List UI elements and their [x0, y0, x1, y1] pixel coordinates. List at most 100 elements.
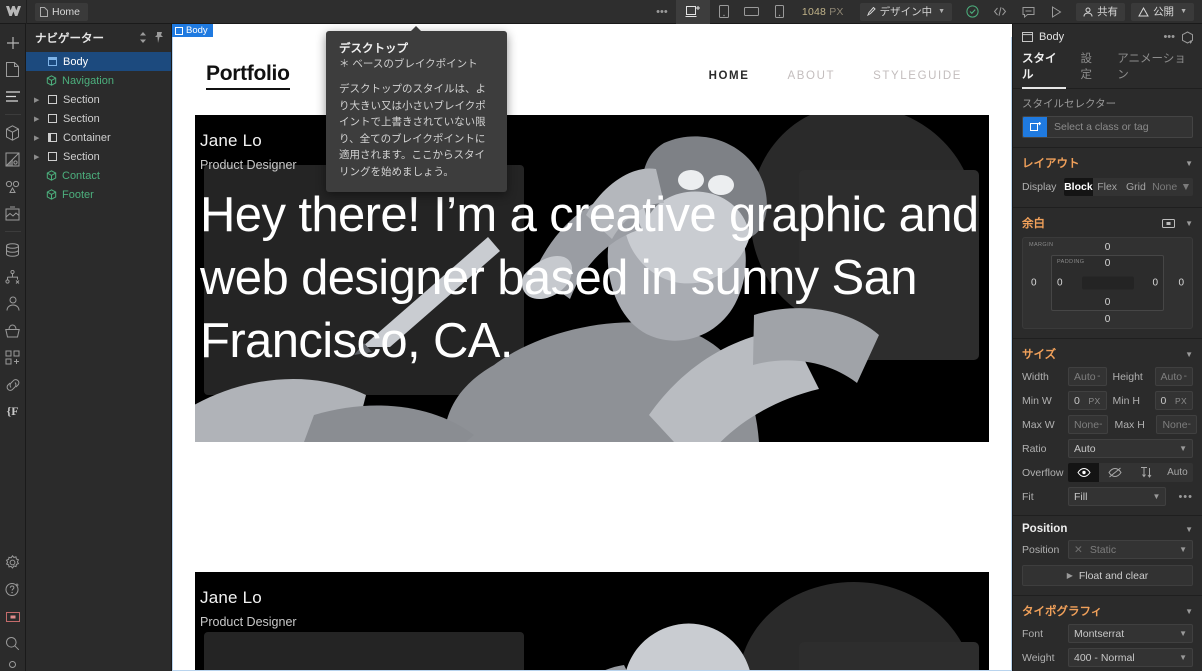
selected-element-badge[interactable]: Body: [172, 24, 213, 37]
nav-item-contact[interactable]: Contact: [26, 166, 171, 185]
chevron-down-icon[interactable]: ▼: [1185, 219, 1193, 228]
hero-section[interactable]: Jane Lo Product Designer Hey there! I’m …: [195, 115, 989, 442]
font-select[interactable]: Montserrat ▼: [1068, 624, 1193, 643]
width-stepper[interactable]: -: [1097, 371, 1100, 382]
users-icon[interactable]: [0, 290, 26, 317]
expand-arrow-icon[interactable]: ▶: [34, 96, 42, 104]
margin-bottom-value[interactable]: 0: [1105, 314, 1111, 325]
overflow-visible-eye-icon[interactable]: [1068, 463, 1100, 482]
padding-right-value[interactable]: 0: [1152, 278, 1158, 289]
ellipsis-icon[interactable]: •••: [1163, 31, 1175, 43]
min-height-unit[interactable]: PX: [1175, 396, 1187, 406]
canvas-viewport[interactable]: Portfolio HOME ABOUT STYLEGUIDE Jane Lo …: [172, 37, 1012, 671]
settings-gear-icon[interactable]: [0, 549, 26, 576]
width-input[interactable]: Auto -: [1068, 367, 1107, 386]
ratio-select[interactable]: Auto ▼: [1068, 439, 1193, 458]
apps-icon[interactable]: [0, 344, 26, 371]
margin-left-value[interactable]: 0: [1031, 278, 1037, 289]
padding-box[interactable]: PADDING 0 0 0 0: [1051, 255, 1164, 311]
margin-right-value[interactable]: 0: [1178, 278, 1184, 289]
breakpoint-more-icon[interactable]: •••: [648, 0, 676, 24]
max-width-input[interactable]: None -: [1068, 415, 1109, 434]
search-icon[interactable]: [0, 630, 26, 657]
code-icon[interactable]: [986, 0, 1014, 24]
display-option-flex[interactable]: Flex: [1093, 178, 1122, 196]
tab-style[interactable]: スタイル: [1022, 50, 1066, 89]
nav-link-home[interactable]: HOME: [709, 70, 750, 82]
expand-arrow-icon[interactable]: ▶: [34, 153, 42, 161]
display-option-grid[interactable]: Grid: [1122, 178, 1151, 196]
comment-icon[interactable]: [1014, 0, 1042, 24]
padding-top-value[interactable]: 0: [1105, 258, 1111, 269]
component-add-icon[interactable]: [1181, 30, 1194, 44]
code-braces-icon[interactable]: {F: [0, 398, 26, 425]
chevron-down-icon[interactable]: ▼: [1185, 607, 1193, 616]
cms-database-icon[interactable]: [0, 236, 26, 263]
nav-item-section-1[interactable]: ▶ Section: [26, 90, 171, 109]
site-navigation[interactable]: Portfolio HOME ABOUT STYLEGUIDE: [173, 37, 1011, 115]
nav-link-about[interactable]: ABOUT: [788, 70, 836, 82]
video-record-icon[interactable]: [0, 603, 26, 630]
pin-icon[interactable]: [154, 32, 164, 43]
overflow-hidden-eye-icon[interactable]: [1099, 463, 1130, 482]
position-select[interactable]: ✕ Static ▼: [1068, 540, 1193, 559]
design-canvas[interactable]: Body Portfolio HOME ABOUT STYLEGUIDE Jan…: [172, 24, 1012, 671]
nav-link-styleguide[interactable]: STYLEGUIDE: [873, 70, 962, 82]
fit-select[interactable]: Fill ▼: [1068, 487, 1167, 506]
display-option-none[interactable]: None: [1150, 178, 1179, 196]
sort-icon[interactable]: [139, 32, 147, 43]
components-icon[interactable]: [0, 119, 26, 146]
height-input[interactable]: Auto -: [1154, 367, 1193, 386]
overflow-auto-option[interactable]: Auto: [1162, 463, 1193, 482]
spacing-section-header[interactable]: 余白 ▼: [1022, 215, 1193, 231]
assets-image-icon[interactable]: [0, 200, 26, 227]
expand-arrow-icon[interactable]: ▶: [34, 134, 42, 142]
more-rail-icon[interactable]: [0, 657, 26, 671]
size-section-header[interactable]: サイズ ▼: [1022, 346, 1193, 362]
integrations-link-icon[interactable]: [0, 371, 26, 398]
hero-section-secondary[interactable]: Jane Lo Product Designer: [195, 572, 989, 670]
position-section-header[interactable]: Position ▼: [1022, 523, 1193, 535]
height-stepper[interactable]: -: [1184, 371, 1187, 382]
nav-item-container[interactable]: ▶ Container: [26, 128, 171, 147]
layout-section-header[interactable]: レイアウト ▼: [1022, 155, 1193, 171]
chevron-down-icon[interactable]: ▼: [1185, 525, 1193, 534]
style-selector-icon[interactable]: [0, 146, 26, 173]
typography-section-header[interactable]: タイポグラフィ ▼: [1022, 603, 1193, 619]
spacing-mode-icon[interactable]: [1162, 218, 1176, 228]
min-height-input[interactable]: 0 PX: [1154, 391, 1193, 410]
tab-settings[interactable]: 設定: [1081, 50, 1103, 88]
breakpoint-mobile-landscape-icon[interactable]: [738, 0, 766, 24]
ecommerce-basket-icon[interactable]: [0, 317, 26, 344]
publish-button[interactable]: 公開 ▼: [1131, 2, 1194, 21]
max-height-stepper[interactable]: -: [1188, 419, 1191, 430]
nav-item-footer[interactable]: Footer: [26, 185, 171, 204]
chevron-down-icon[interactable]: ▼: [1185, 350, 1193, 359]
webflow-logo-icon[interactable]: [0, 0, 26, 24]
style-selector-input[interactable]: Select a class or tag: [1022, 116, 1193, 138]
padding-left-value[interactable]: 0: [1057, 278, 1063, 289]
breakpoint-desktop-icon[interactable]: [675, 0, 710, 24]
chevron-down-icon[interactable]: ▼: [1185, 159, 1193, 168]
clear-x-icon[interactable]: ✕: [1074, 544, 1083, 556]
add-icon[interactable]: [0, 29, 26, 56]
max-width-stepper[interactable]: -: [1099, 419, 1102, 430]
tab-animation[interactable]: アニメーション: [1117, 50, 1193, 88]
design-mode-button[interactable]: デザイン中 ▼: [859, 2, 953, 21]
max-height-input[interactable]: None -: [1156, 415, 1197, 434]
spacing-box-model[interactable]: MARGIN 0 0 0 0 PADDING 0 0 0 0: [1022, 237, 1193, 329]
nav-item-navigation[interactable]: Navigation: [26, 71, 171, 90]
weight-select[interactable]: 400 - Normal ▼: [1068, 648, 1193, 667]
chevron-down-icon[interactable]: ▼: [1179, 178, 1193, 196]
preview-play-icon[interactable]: [1042, 0, 1070, 24]
nav-item-section-2[interactable]: ▶ Section: [26, 109, 171, 128]
float-and-clear-toggle[interactable]: ▶ Float and clear: [1022, 565, 1193, 586]
breakpoint-tablet-icon[interactable]: [710, 0, 738, 24]
margin-top-value[interactable]: 0: [1105, 242, 1111, 253]
display-option-block[interactable]: Block: [1064, 178, 1093, 196]
fit-more-icon[interactable]: •••: [1178, 491, 1193, 503]
canvas-width-indicator[interactable]: 1048 PX: [802, 6, 844, 18]
share-button[interactable]: 共有: [1076, 2, 1126, 21]
min-width-unit[interactable]: PX: [1089, 396, 1101, 406]
expand-arrow-icon[interactable]: ▶: [34, 115, 42, 123]
